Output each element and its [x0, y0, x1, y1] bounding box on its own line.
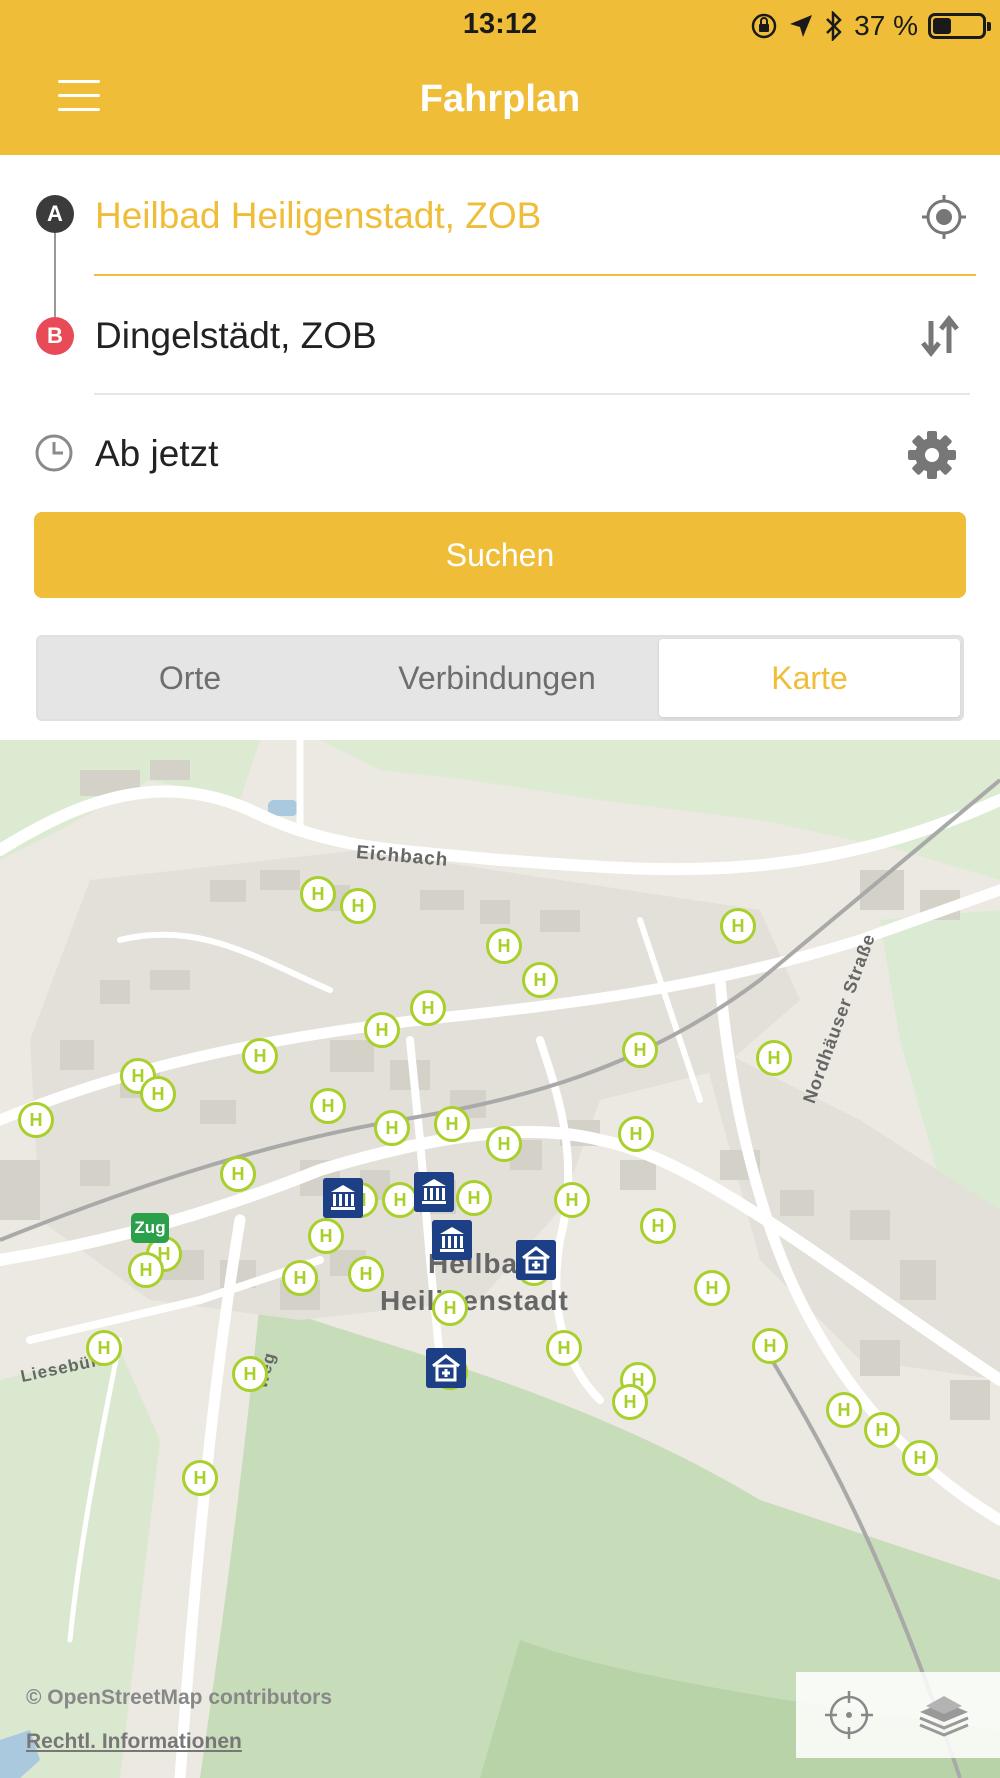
bus-stop-icon[interactable]: H: [242, 1038, 278, 1074]
clock-icon: [34, 433, 74, 478]
bus-stop-icon[interactable]: H: [140, 1076, 176, 1112]
bus-stop-icon[interactable]: H: [752, 1328, 788, 1364]
bus-stop-icon[interactable]: H: [410, 990, 446, 1026]
rotation-lock-icon: [751, 13, 777, 39]
map-layers-icon[interactable]: [916, 1688, 972, 1747]
museum-icon[interactable]: [432, 1220, 472, 1260]
app-header: 13:12 37 % Fahrplan: [0, 0, 1000, 155]
location-arrow-icon: [790, 15, 813, 37]
search-button[interactable]: Suchen: [34, 512, 966, 598]
bus-stop-icon[interactable]: H: [128, 1252, 164, 1288]
bus-stop-icon[interactable]: H: [282, 1260, 318, 1296]
bus-stop-icon[interactable]: H: [640, 1208, 676, 1244]
bus-stop-icon[interactable]: H: [364, 1012, 400, 1048]
battery-percent: 37 %: [854, 10, 918, 41]
bus-stop-icon[interactable]: H: [864, 1412, 900, 1448]
bus-stop-icon[interactable]: H: [720, 908, 756, 944]
battery-icon: [928, 13, 991, 39]
bus-stop-icon[interactable]: H: [434, 1106, 470, 1142]
town-label-heiligenstadt: Heiligenstadt: [380, 1285, 569, 1316]
bus-stop-icon[interactable]: H: [432, 1290, 468, 1326]
train-station-icon[interactable]: Zug: [131, 1213, 169, 1243]
from-field-underline: [94, 274, 976, 276]
bus-stop-icon[interactable]: H: [546, 1330, 582, 1366]
bus-stop-icon[interactable]: H: [382, 1182, 418, 1218]
bus-stop-icon[interactable]: H: [694, 1270, 730, 1306]
bus-stop-icon[interactable]: H: [220, 1156, 256, 1192]
bus-stop-icon[interactable]: H: [486, 928, 522, 964]
route-connector: [54, 233, 56, 317]
locate-me-icon[interactable]: [822, 1688, 876, 1747]
bluetooth-icon: [826, 11, 842, 41]
bus-stop-icon[interactable]: H: [232, 1356, 268, 1392]
tab-orte[interactable]: Orte: [40, 639, 340, 717]
to-field-underline: [94, 393, 970, 395]
bus-stop-icon[interactable]: H: [18, 1102, 54, 1138]
bus-stop-icon[interactable]: H: [340, 888, 376, 924]
bus-stop-icon[interactable]: H: [612, 1384, 648, 1420]
bus-stop-icon[interactable]: H: [486, 1126, 522, 1162]
health-center-icon[interactable]: [426, 1348, 466, 1388]
bus-stop-icon[interactable]: H: [308, 1218, 344, 1254]
bus-stop-icon[interactable]: H: [348, 1256, 384, 1292]
tab-karte[interactable]: Karte: [659, 639, 960, 717]
gear-icon[interactable]: [906, 429, 958, 486]
to-field[interactable]: Dingelstädt, ZOB: [95, 315, 377, 357]
map-copyright: © OpenStreetMap contributors: [26, 1686, 332, 1709]
map-view[interactable]: Eichbach Nordhäuser Straße Liesebühl weg…: [0, 740, 1000, 1778]
bus-stop-icon[interactable]: H: [554, 1182, 590, 1218]
bus-stop-icon[interactable]: H: [826, 1392, 862, 1428]
swap-icon[interactable]: [918, 311, 962, 366]
bus-stop-icon[interactable]: H: [902, 1440, 938, 1476]
page-title: Fahrplan: [419, 78, 581, 120]
to-marker: B: [36, 317, 74, 355]
health-center-icon[interactable]: [516, 1240, 556, 1280]
legal-info-link[interactable]: Rechtl. Informationen: [26, 1730, 242, 1754]
map-tools: [796, 1672, 1000, 1758]
time-field[interactable]: Ab jetzt: [95, 433, 218, 475]
view-tabs: Orte Verbindungen Karte: [36, 635, 964, 721]
status-icons: 37 %: [750, 8, 991, 44]
bus-stop-icon[interactable]: H: [456, 1180, 492, 1216]
museum-icon[interactable]: [414, 1172, 454, 1212]
bus-stop-icon[interactable]: H: [618, 1116, 654, 1152]
current-location-icon[interactable]: [920, 193, 968, 246]
bus-stop-icon[interactable]: H: [86, 1330, 122, 1366]
tab-verbindungen[interactable]: Verbindungen: [340, 639, 654, 717]
bus-stop-icon[interactable]: H: [300, 876, 336, 912]
battery-fill: [933, 18, 951, 34]
bus-stop-icon[interactable]: H: [374, 1110, 410, 1146]
bus-stop-icon[interactable]: H: [310, 1088, 346, 1124]
search-form: A Heilbad Heiligenstadt, ZOB B Dingelstä…: [0, 155, 1000, 740]
bus-stop-icon[interactable]: H: [622, 1032, 658, 1068]
museum-icon[interactable]: [323, 1178, 363, 1218]
bus-stop-icon[interactable]: H: [182, 1460, 218, 1496]
from-marker: A: [36, 195, 74, 233]
bus-stop-icon[interactable]: H: [522, 962, 558, 998]
bus-stop-icon[interactable]: H: [756, 1040, 792, 1076]
from-field[interactable]: Heilbad Heiligenstadt, ZOB: [95, 195, 541, 237]
